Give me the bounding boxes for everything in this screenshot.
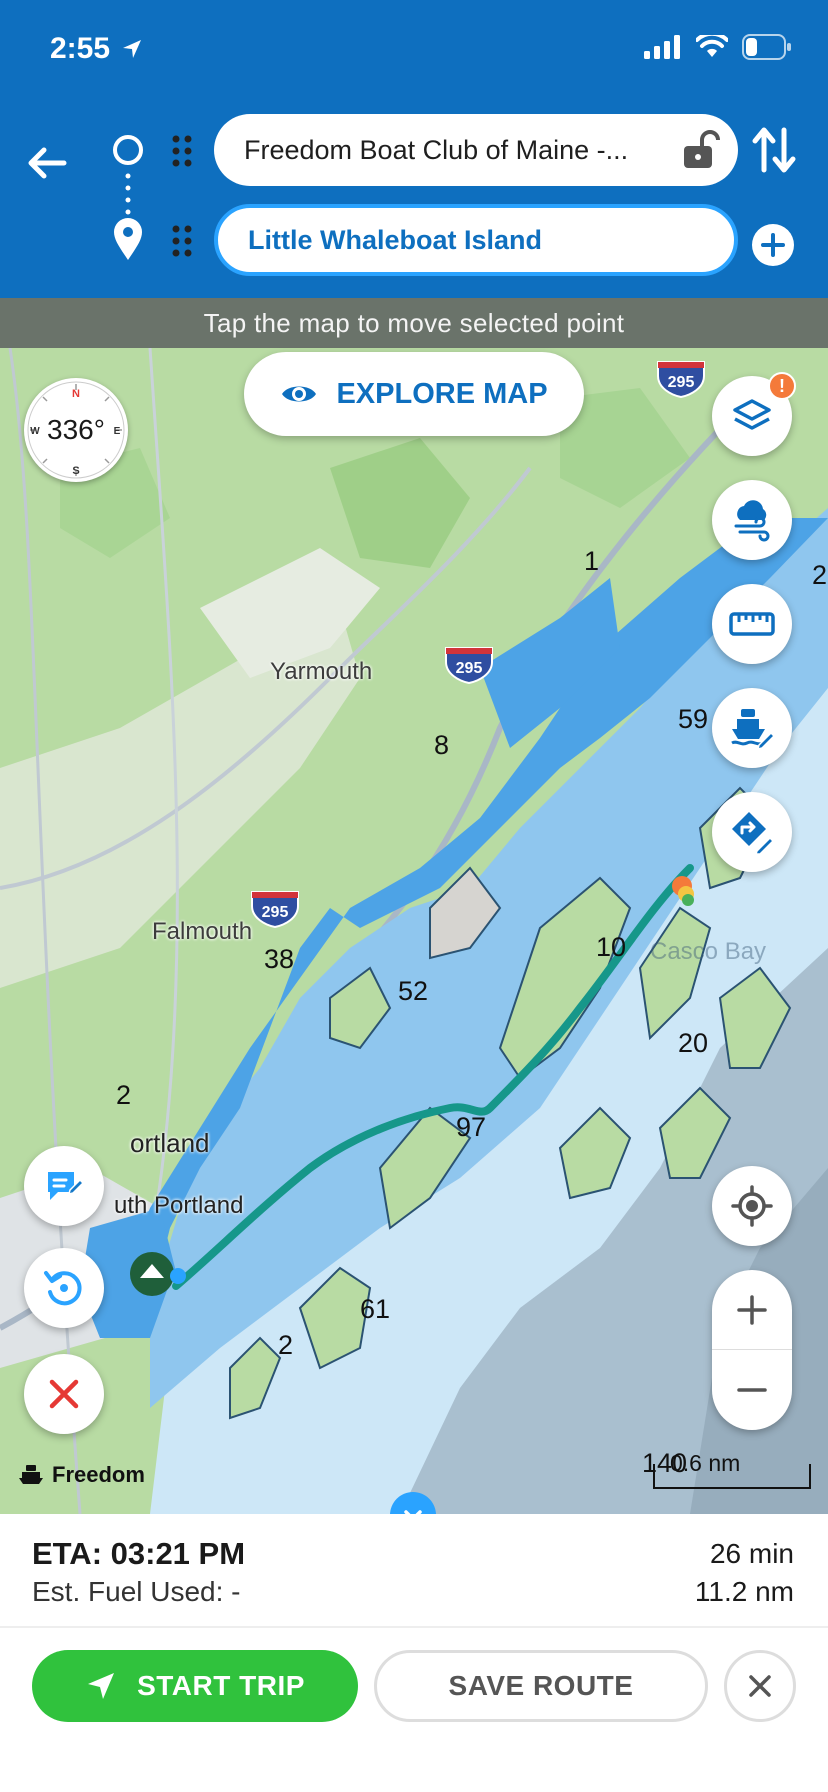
weather-cloud-wind-icon — [734, 500, 770, 542]
shield-number: 295 — [456, 660, 483, 677]
start-trip-button[interactable]: START TRIP — [32, 1650, 358, 1722]
zoom-out-button[interactable] — [712, 1350, 792, 1430]
depth-sounding: 38 — [264, 944, 295, 974]
route-connector-icon — [113, 135, 143, 260]
depth-sounding: 10 — [596, 932, 627, 962]
save-route-label: SAVE ROUTE — [448, 1670, 634, 1701]
weather-button[interactable] — [712, 480, 792, 560]
explore-map-label: EXPLORE MAP — [336, 377, 548, 410]
trip-summary-panel: ETA: 03:21 PM Est. Fuel Used: - 26 min 1… — [0, 1514, 828, 1792]
clock-text: 2:55 — [50, 32, 111, 65]
chart-map[interactable]: Yarmouth Falmouth ortland uth Portland C… — [0, 348, 828, 1514]
status-indicators — [644, 34, 792, 60]
start-location-field[interactable]: Freedom Boat Club of Maine -... — [214, 114, 738, 186]
hint-banner: Tap the map to move selected point — [0, 298, 828, 348]
depth-sounding: 59 — [678, 704, 709, 734]
edit-route-button[interactable] — [712, 792, 792, 872]
zoom-in-button[interactable] — [712, 1270, 792, 1350]
nautical-chart-background — [0, 348, 828, 1514]
depth-sounding: 8 — [434, 730, 450, 760]
minus-icon — [737, 1388, 767, 1392]
map-label-casco-bay: Casco Bay — [650, 938, 767, 965]
start-location-text: Freedom Boat Club of Maine -... — [244, 134, 629, 165]
route-header: 2:55 Freedom Boat Club of Maine -... Lit… — [0, 0, 828, 298]
map-label-falmouth: Falmouth — [152, 918, 253, 945]
hint-text: Tap the map to move selected point — [203, 307, 625, 338]
depth-sounding: 97 — [456, 1112, 487, 1142]
notes-button[interactable] — [24, 1146, 104, 1226]
wifi-icon — [696, 35, 728, 57]
navigation-app: 2:55 Freedom Boat Club of Maine -... Lit… — [0, 0, 828, 1792]
shield-number: 295 — [668, 374, 695, 391]
save-route-button[interactable]: SAVE ROUTE — [374, 1650, 708, 1722]
drag-handle-icon[interactable] — [171, 224, 193, 258]
explore-map-button[interactable]: EXPLORE MAP — [244, 352, 584, 436]
highway-shield-icon: 295 — [251, 891, 299, 928]
close-x-icon — [49, 1379, 79, 1409]
arrow-left-icon — [28, 147, 67, 179]
ruler-icon — [729, 612, 775, 636]
depth-sounding: 1 — [584, 546, 600, 576]
highway-shield-icon: 295 — [657, 361, 705, 398]
layers-alert-badge: ! — [768, 372, 796, 400]
depth-sounding: 52 — [398, 976, 429, 1006]
boat-attribution: Freedom — [18, 1462, 145, 1488]
zoom-control — [712, 1270, 792, 1430]
layers-icon — [733, 399, 771, 430]
eta-text: ETA: 03:21 PM — [32, 1536, 246, 1571]
crosshair-location-icon — [731, 1185, 773, 1227]
unlock-icon[interactable] — [682, 130, 720, 170]
compass-heading: 336° — [47, 414, 105, 445]
history-reverse-icon — [44, 1271, 82, 1306]
eye-icon — [282, 386, 317, 402]
start-trip-label: START TRIP — [137, 1670, 305, 1701]
boat-edit-icon — [731, 709, 775, 751]
close-icon — [749, 1675, 771, 1697]
battery-icon — [742, 34, 791, 60]
depth-sounding: 2 — [278, 1330, 294, 1360]
depth-sounding: 2 — [812, 560, 828, 590]
destination-text: Little Whaleboat Island — [248, 224, 543, 255]
depth-sounding: 20 — [678, 1028, 709, 1058]
cellular-signal-icon — [644, 35, 680, 59]
scale-label: 0.6 nm — [670, 1450, 741, 1476]
reverse-route-button[interactable] — [24, 1248, 104, 1328]
cancel-route-button[interactable] — [24, 1354, 104, 1434]
map-label-south-portland: uth Portland — [114, 1192, 244, 1219]
highway-shield-icon: 295 — [445, 647, 493, 684]
destination-field[interactable]: Little Whaleboat Island — [214, 204, 738, 276]
back-button[interactable] — [22, 138, 72, 188]
layers-button[interactable]: ! — [712, 372, 796, 456]
depth-sounding: 2 — [116, 1080, 132, 1110]
plus-icon — [737, 1294, 767, 1325]
boat-icon — [19, 1465, 43, 1484]
location-arrow-icon — [123, 40, 142, 58]
shield-number: 295 — [262, 904, 289, 921]
add-stop-button[interactable] — [752, 224, 794, 266]
attribution-text: Freedom — [52, 1462, 145, 1487]
navigation-arrow-icon — [88, 1673, 115, 1699]
edit-note-icon — [48, 1172, 84, 1200]
swap-arrows-icon[interactable] — [752, 124, 796, 176]
measure-ruler-button[interactable] — [712, 584, 792, 664]
compass-n: N — [72, 388, 80, 400]
map-label-portland: ortland — [130, 1128, 210, 1158]
plus-icon — [761, 233, 785, 257]
fuel-estimate-text: Est. Fuel Used: - — [32, 1576, 241, 1607]
close-panel-button[interactable] — [724, 1650, 796, 1722]
my-location-button[interactable] — [712, 1166, 792, 1246]
depth-sounding: 61 — [360, 1294, 391, 1324]
drag-handle-icon[interactable] — [171, 134, 193, 168]
status-time: 2:55 — [50, 32, 144, 66]
route-edit-icon — [732, 812, 775, 855]
compass-s: S — [72, 465, 79, 477]
panel-divider — [0, 1626, 828, 1628]
compass-button[interactable]: N S W E 336° — [24, 378, 128, 482]
trip-duration: 26 min — [709, 1538, 794, 1569]
trip-distance: 11.2 nm — [694, 1576, 794, 1607]
boat-settings-button[interactable] — [712, 688, 792, 768]
map-label-yarmouth: Yarmouth — [270, 658, 373, 685]
